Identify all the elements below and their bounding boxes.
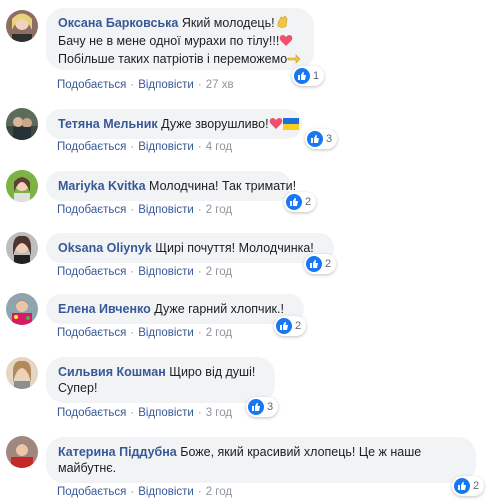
comment-text: Який молодець! [181,16,275,30]
comment-actions: Подобається · Відповісти · 2 год [57,204,232,216]
like-link[interactable]: Подобається [57,141,126,153]
like-link[interactable]: Подобається [57,266,126,278]
comment-text: майбутнє. [58,461,117,475]
reply-link[interactable]: Відповісти [138,407,194,419]
comment-bubble: Катерина Піддубна Боже, який красивий хл… [46,437,476,483]
comment-bubble: Mariyka Kvitka Молодчина! Так тримати! [46,171,296,201]
separator: · [197,266,202,278]
comment-author[interactable]: Елена Ивченко [58,302,151,316]
reaction-count[interactable]: 3 [305,129,338,149]
comment-author[interactable]: Oksana Oliynyk [58,241,152,255]
comment-text: Щирі почуття! Молодчинка! [155,241,314,255]
reply-link[interactable]: Відповісти [138,204,194,216]
comment-actions: Подобається · Відповісти · 4 год [57,141,232,153]
separator: · [197,486,202,498]
separator: · [130,204,135,216]
reaction-count[interactable]: 1 [292,66,325,86]
reaction-count-label: 2 [325,258,332,270]
comment-text: Боже, який красивий хлопець! Це ж наше [180,445,422,459]
avatar[interactable] [6,10,38,42]
separator: · [130,266,135,278]
comment-author[interactable]: Mariyka Kvitka [58,179,146,193]
comment-actions: Подобається · Відповісти · 2 год [57,327,232,339]
separator: · [197,79,202,91]
comment-author[interactable]: Сильвия Кошман [58,365,166,379]
reaction-count[interactable]: 2 [284,192,317,212]
comment-text: Бачу не в мене одної мурахи по тілу!!! [58,34,280,48]
reaction-count[interactable]: 2 [304,254,337,274]
separator: · [197,327,202,339]
avatar[interactable] [6,357,38,389]
comment-actions: Подобається · Відповісти · 2 год [57,486,232,498]
avatar[interactable] [6,170,38,202]
clap-hands-icon [275,15,289,33]
comment-text: Щиро від душі! [169,365,256,379]
avatar[interactable] [6,232,38,264]
red-heart-icon [279,34,293,51]
like-link[interactable]: Подобається [57,79,126,91]
comment-time[interactable]: 2 год [206,486,232,498]
comment-time[interactable]: 4 год [206,141,232,153]
reaction-count[interactable]: 3 [246,397,279,417]
like-icon [306,256,322,272]
comment-text: Молодчина! Так тримати! [149,179,297,193]
separator: · [130,486,135,498]
separator: · [130,407,135,419]
comment-text: Побільше таких патріотів і переможемо [58,52,288,66]
reaction-count-label: 3 [326,133,333,145]
comment-bubble: Oksana Oliynyk Щирі почуття! Молодчинка! [46,233,334,263]
reaction-count[interactable]: 2 [274,316,307,336]
comment-actions: Подобається · Відповісти · 2 год [57,266,232,278]
like-icon [307,131,323,147]
comment-actions: Подобається · Відповісти · 27 хв [57,79,234,91]
comment-text: Супер! [58,381,98,395]
like-icon [248,399,264,415]
comment-author[interactable]: Оксана Барковська [58,16,178,30]
like-link[interactable]: Подобається [57,407,126,419]
like-link[interactable]: Подобається [57,327,126,339]
comment-bubble: Оксана Барковська Який молодець! Бачу не… [46,8,314,70]
like-icon [294,68,310,84]
separator: · [197,204,202,216]
separator: · [130,79,135,91]
avatar[interactable] [6,293,38,325]
reaction-count-label: 3 [267,401,274,413]
comment-bubble: Елена Ивченко Дуже гарний хлопчик.! [46,294,304,324]
reply-link[interactable]: Відповісти [138,79,194,91]
like-link[interactable]: Подобається [57,204,126,216]
comment-time[interactable]: 27 хв [206,79,234,91]
comment-text: Дуже зворушливо! [161,117,269,131]
separator: · [197,141,202,153]
reply-link[interactable]: Відповісти [138,141,194,153]
like-icon [454,478,470,494]
comment-actions: Подобається · Відповісти · 3 год [57,407,232,419]
comment-bubble: Тетяна Мельник Дуже зворушливо! [46,109,302,139]
like-link[interactable]: Подобається [57,486,126,498]
comment-time[interactable]: 2 год [206,204,232,216]
comment-bubble: Сильвия Кошман Щиро від душі! Супер! [46,357,275,403]
separator: · [130,327,135,339]
reply-link[interactable]: Відповісти [138,486,194,498]
reply-link[interactable]: Відповісти [138,266,194,278]
like-icon [276,318,292,334]
reaction-count-label: 1 [313,70,320,82]
like-icon [286,194,302,210]
ukraine-flag-icon [282,118,299,134]
avatar[interactable] [6,108,38,140]
reaction-count-label: 2 [305,196,312,208]
separator: · [197,407,202,419]
comment-text: Дуже гарний хлопчик.! [154,302,284,316]
separator: · [130,141,135,153]
comment-time[interactable]: 2 год [206,266,232,278]
comment-time[interactable]: 2 год [206,327,232,339]
reaction-count[interactable]: 2 [452,476,485,496]
comment-author[interactable]: Тетяна Мельник [58,117,158,131]
reply-link[interactable]: Відповісти [138,327,194,339]
red-heart-icon [269,117,283,134]
comment-author[interactable]: Катерина Піддубна [58,445,177,459]
reaction-count-label: 2 [295,320,302,332]
avatar[interactable] [6,436,38,468]
comment-time[interactable]: 3 год [206,407,232,419]
reaction-count-label: 2 [473,480,480,492]
